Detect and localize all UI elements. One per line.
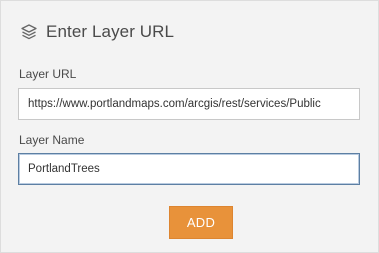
enter-layer-url-panel: Enter Layer URL Layer URL Layer Name ADD [0, 0, 379, 253]
layer-url-input[interactable] [18, 88, 360, 120]
layer-name-label: Layer Name [19, 133, 85, 147]
panel-title: Enter Layer URL [46, 22, 175, 41]
layers-icon [20, 23, 38, 41]
layer-name-input[interactable] [18, 153, 360, 185]
panel-header: Enter Layer URL [20, 20, 174, 44]
layer-url-label: Layer URL [19, 67, 77, 81]
add-button[interactable]: ADD [169, 206, 233, 239]
